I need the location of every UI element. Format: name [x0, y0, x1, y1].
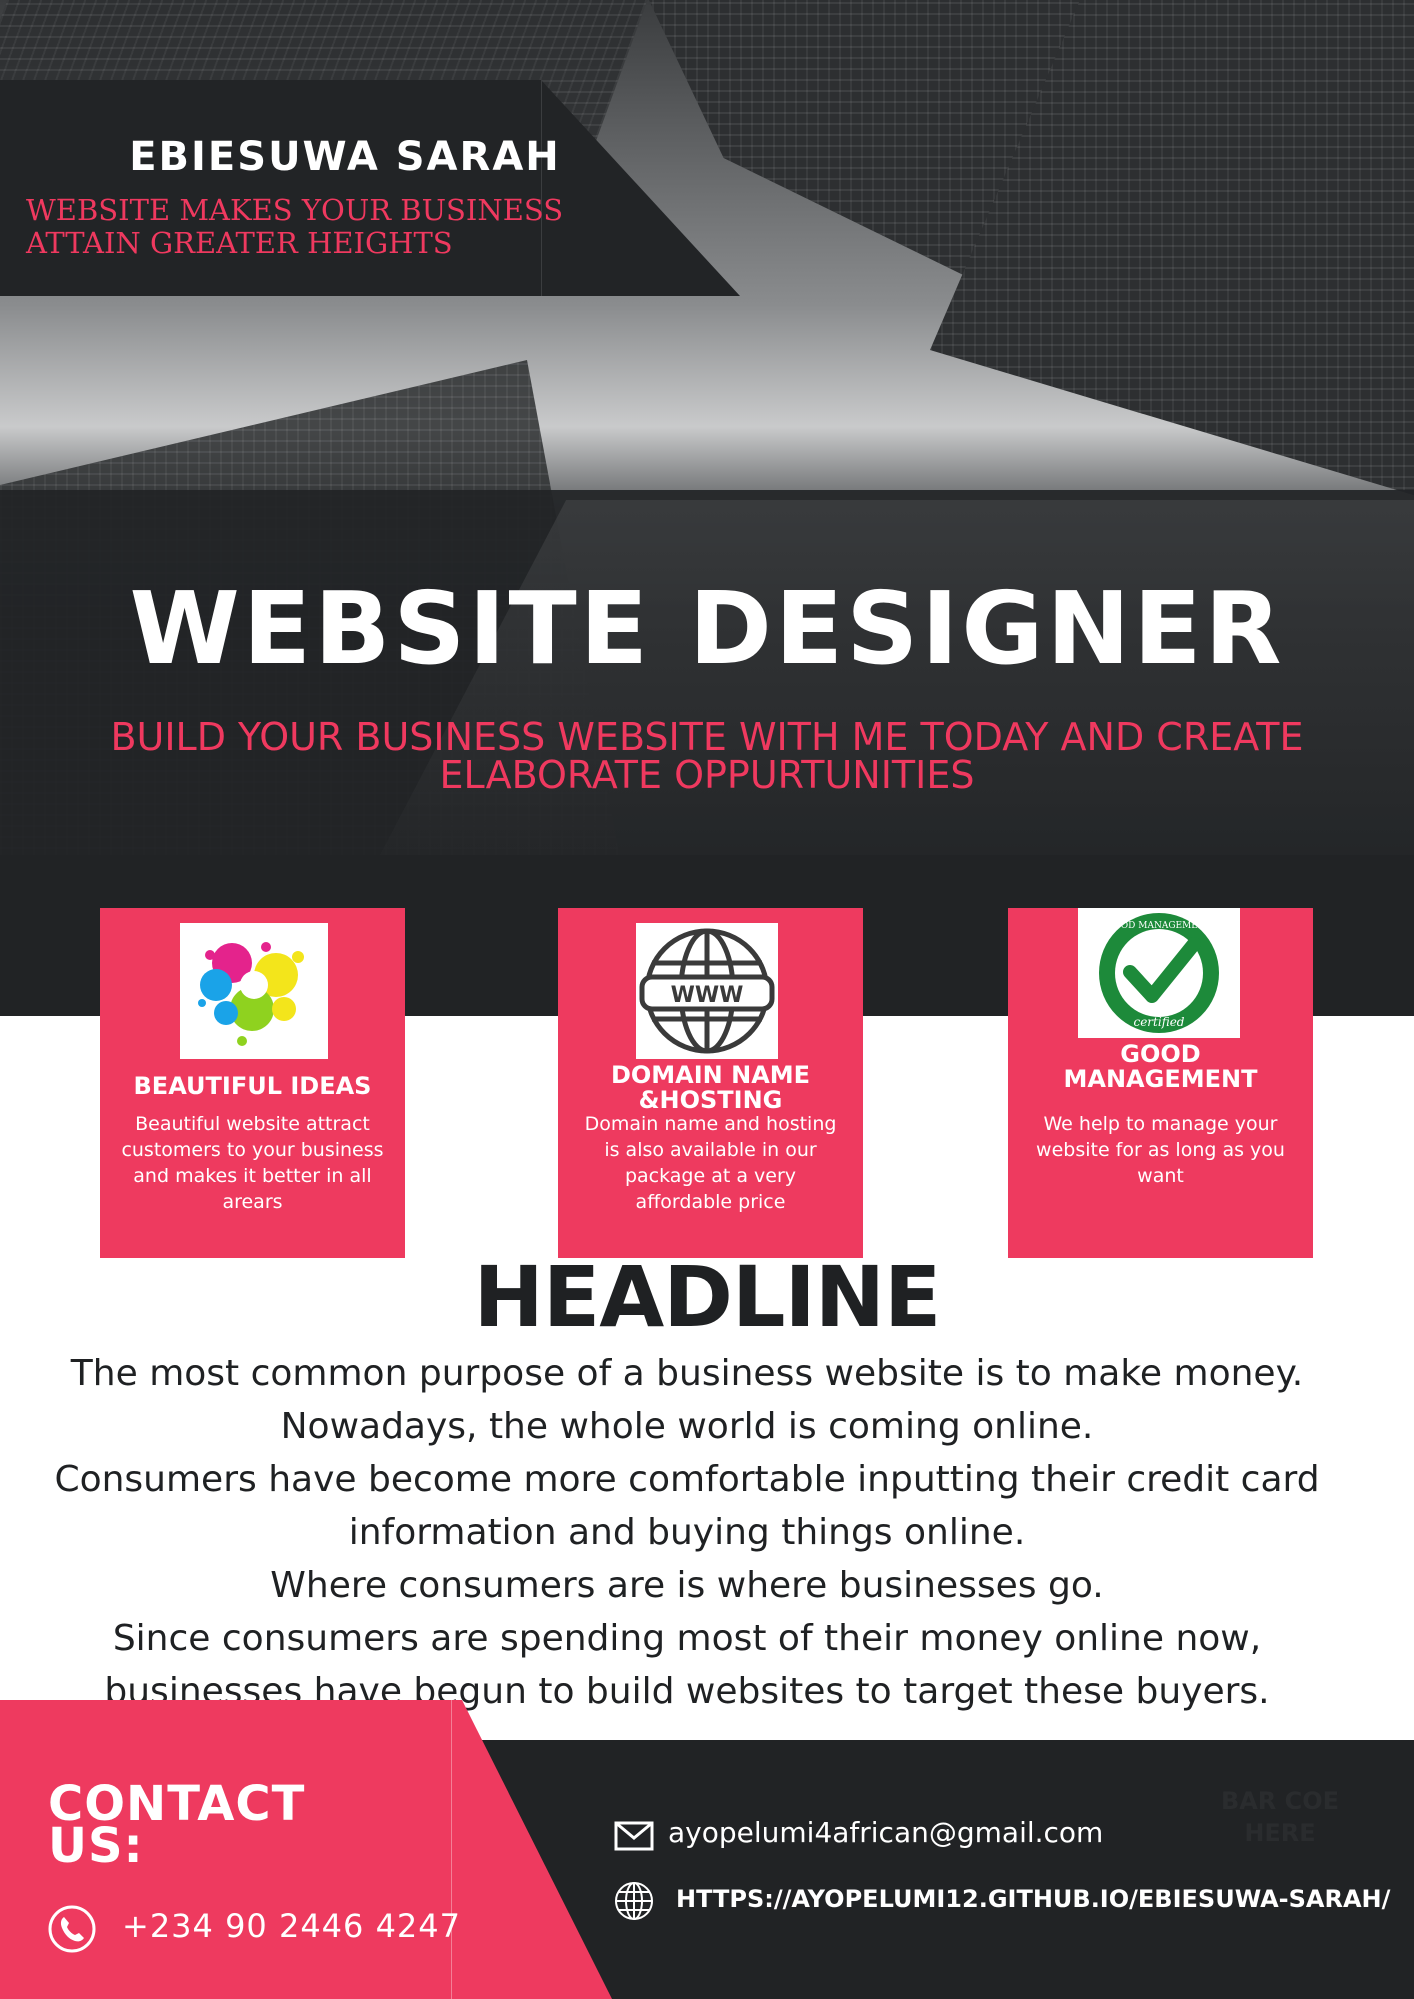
body-line: information and buying things online. [348, 1512, 1026, 1553]
brand-tagline-line1: WEBSITE MAKES YOUR BUSINESS [26, 193, 564, 227]
phone-number-link[interactable]: +234 90 2446 4247 [122, 1907, 461, 1945]
body-line: Consumers have become more comfortable i… [54, 1459, 1320, 1500]
feature-title-line1: GOOD [1120, 1040, 1201, 1068]
badge-text-bottom: certified [1133, 1015, 1184, 1029]
headline: HEADLINE [473, 1248, 942, 1346]
website-url-link[interactable]: HTTPS://AYOPELUMI12.GITHUB.IO/EBIESUWA-S… [676, 1885, 1390, 1913]
phone-icon [47, 1904, 97, 1954]
email-icon [614, 1821, 654, 1851]
brand-tagline-line2: ATTAIN GREATER HEIGHTS [26, 226, 453, 260]
feature-title: DOMAIN NAME &HOSTING [558, 1063, 863, 1113]
body-line: Since consumers are spending most of the… [112, 1618, 1262, 1659]
feature-title: BEAUTIFUL IDEAS [133, 1072, 372, 1100]
feature-title-line2: &HOSTING [638, 1086, 783, 1114]
www-icon-label: WWW [671, 983, 744, 1008]
paint-splash-icon [180, 923, 328, 1059]
body-line: Where consumers are is where businesses … [270, 1565, 1104, 1606]
title-panel-divider [541, 80, 542, 296]
body-line: Nowadays, the whole world is coming onli… [280, 1406, 1094, 1447]
main-subtitle: BUILD YOUR BUSINESS WEBSITE WITH ME TODA… [10, 718, 1404, 794]
feature-title: GOOD MANAGEMENT [1008, 1042, 1313, 1092]
barcode-placeholder-line2: HERE [1244, 1819, 1316, 1847]
main-subtitle-line2: ELABORATE OPPURTUNITIES [439, 753, 975, 797]
main-title: WEBSITE DESIGNER [129, 570, 1285, 687]
body-text: The most common purpose of a business we… [0, 1347, 1374, 1718]
www-globe-icon: WWW [636, 923, 778, 1059]
feature-description: Beautiful website attract customers to y… [121, 1113, 384, 1213]
globe-icon [614, 1881, 654, 1921]
feature-card-good-management: GOOD MANAGEMENT certified GOOD MANAGEMEN… [1008, 908, 1313, 1258]
brand-name: EBIESUWA SARAH [129, 134, 561, 180]
contact-heading: CONTACT US: [48, 1780, 388, 1870]
good-management-certified-badge: GOOD MANAGEMENT certified [1078, 908, 1240, 1038]
email-link[interactable]: ayopelumi4african@gmail.com [668, 1816, 1103, 1849]
feature-description: We help to manage your website for as lo… [1036, 1113, 1285, 1187]
feature-card-domain-hosting: WWW DOMAIN NAME &HOSTING Domain name and… [558, 908, 863, 1258]
feature-card-beautiful-ideas: BEAUTIFUL IDEAS Beautiful website attrac… [100, 908, 405, 1258]
body-line: The most common purpose of a business we… [70, 1353, 1304, 1394]
feature-title-line2: MANAGEMENT [1063, 1065, 1258, 1093]
feature-title-line1: DOMAIN NAME [610, 1061, 811, 1089]
brand-tagline: WEBSITE MAKES YOUR BUSINESS ATTAIN GREAT… [26, 194, 626, 260]
main-subtitle-line1: BUILD YOUR BUSINESS WEBSITE WITH ME TODA… [110, 715, 1304, 759]
barcode-placeholder: BAR COE HERE [1190, 1785, 1370, 1849]
footer-divider [451, 1700, 452, 1999]
barcode-placeholder-line1: BAR COE [1220, 1787, 1340, 1815]
badge-text-top: GOOD MANAGEMENT [1106, 921, 1212, 931]
feature-description: Domain name and hosting is also availabl… [584, 1113, 837, 1213]
